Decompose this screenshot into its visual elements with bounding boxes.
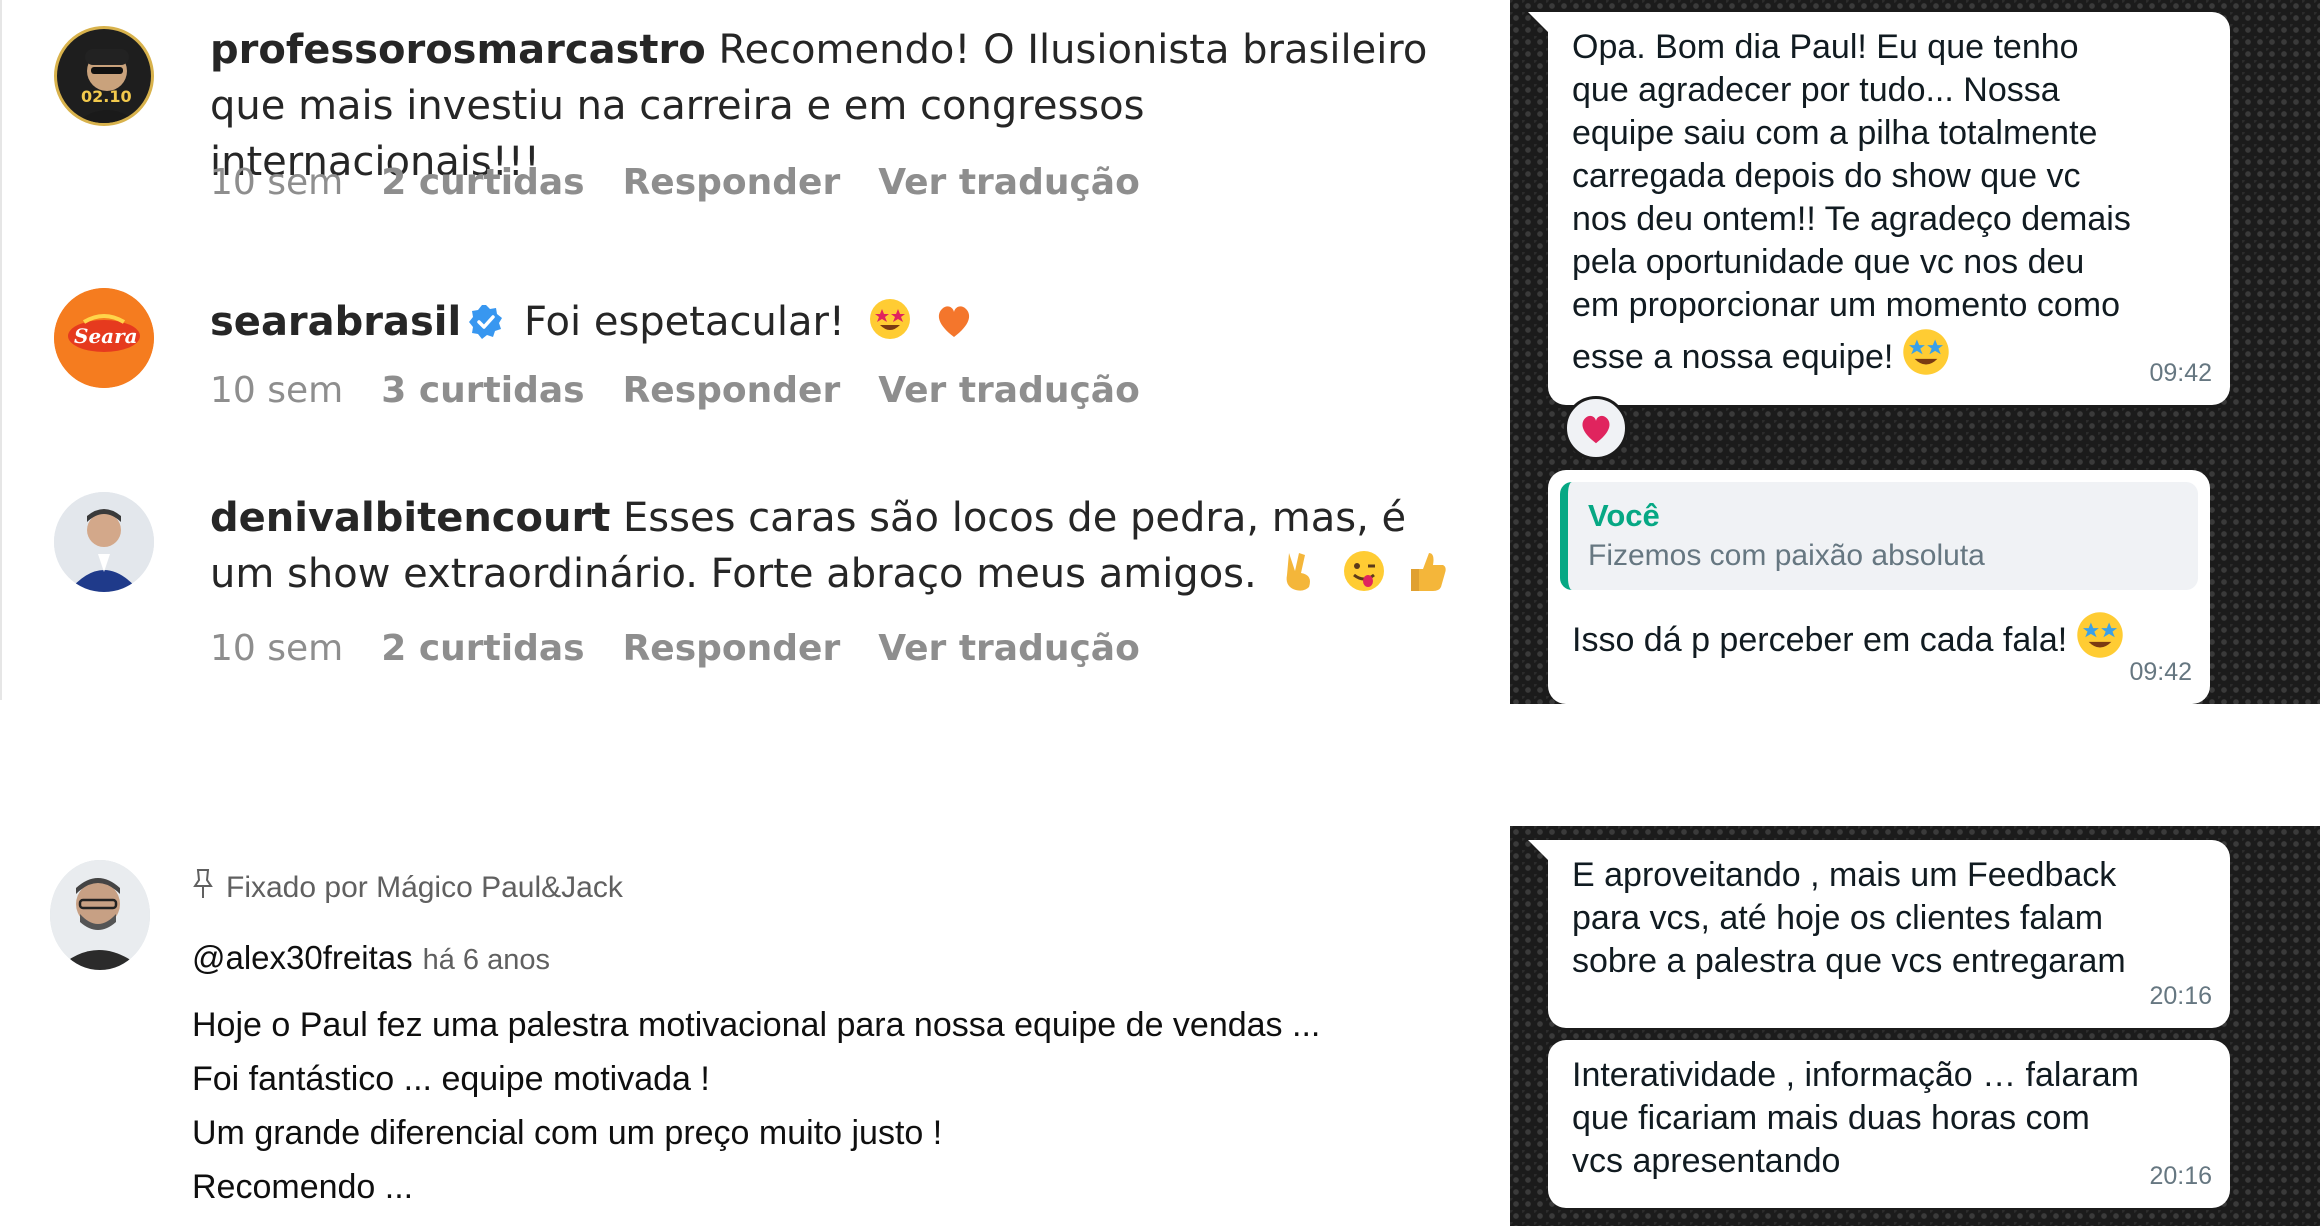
quoted-text: Fizemos com paixão absoluta [1588, 539, 1985, 572]
verified-badge-icon [467, 300, 505, 339]
whatsapp-chat-top: Opa. Bom dia Paul! Eu que tenho que agra… [1510, 0, 2320, 704]
translate-button[interactable]: Ver tradução [878, 370, 1140, 411]
quoted-message[interactable]: Você Fizemos com paixão absoluta [1560, 482, 2198, 590]
thumbs-up-emoji [1409, 549, 1449, 608]
reply-button[interactable]: Responder [623, 162, 841, 203]
orange-heart-emoji [934, 300, 974, 356]
avatar[interactable] [50, 860, 150, 970]
message-line: que agradecer por tudo... Nossa [1572, 71, 2060, 109]
message-line: equipe saiu com a pilha totalmente [1572, 114, 2098, 152]
ig-comment: denivalbitencourt Esses caras são locos … [52, 490, 1452, 690]
message-time: 09:42 [2149, 359, 2212, 387]
message-text: Isso dá p perceber em cada fala! [1572, 621, 2068, 659]
message-line: Opa. Bom dia Paul! Eu que tenho [1572, 28, 2079, 66]
avatar[interactable] [54, 492, 154, 592]
ig-comment: Seara searabrasil Foi espetacular! 10 se… [52, 286, 1452, 436]
comment-text-block: searabrasil Foi espetacular! [210, 294, 1470, 356]
comment-username[interactable]: searabrasil [210, 299, 461, 345]
message-line: nos deu ontem!! Te agradeço demais [1572, 200, 2131, 238]
comment-line: Hoje o Paul fez uma palestra motivaciona… [192, 1006, 1321, 1044]
quoted-author: Você [1588, 498, 1660, 533]
whatsapp-chat-bottom: E aproveitando , mais um Feedback para v… [1510, 826, 2320, 1226]
avatar[interactable]: Seara [54, 288, 154, 388]
yt-comment-header: @alex30freitas há 6 anos [192, 938, 550, 980]
comment-body: Foi espetacular! [523, 299, 845, 345]
star-struck-emoji [868, 297, 912, 356]
comment-text-block: denivalbitencourt Esses caras são locos … [210, 490, 1470, 608]
comment-likes[interactable]: 3 curtidas [381, 370, 584, 411]
message-line: carregada depois do show que vc [1572, 157, 2081, 195]
left-divider [0, 0, 2, 700]
comment-time[interactable]: 10 sem [210, 370, 343, 411]
star-struck-emoji [2075, 610, 2125, 671]
comment-time[interactable]: 10 sem [210, 628, 343, 669]
message-line-row: Isso dá p perceber em cada fala! [1560, 610, 2198, 671]
message-bubble[interactable]: Você Fizemos com paixão absoluta Isso dá… [1548, 470, 2210, 704]
pinned-label: Fixado por Mágico Paul&Jack [226, 871, 623, 904]
message-line: Interatividade , informação … falaram [1572, 1056, 2139, 1094]
comment-username[interactable]: @alex30freitas [192, 938, 413, 978]
message-bubble[interactable]: E aproveitando , mais um Feedback para v… [1548, 840, 2230, 1028]
message-line: em proporcionar um momento como [1572, 286, 2121, 324]
comment-line: Um grande diferencial com um preço muito… [192, 1114, 943, 1152]
comment-likes[interactable]: 2 curtidas [381, 628, 584, 669]
translate-button[interactable]: Ver tradução [878, 628, 1140, 669]
avatar-label: Seara [74, 324, 138, 348]
red-heart-emoji[interactable] [1564, 396, 1628, 460]
star-struck-emoji [1901, 327, 1951, 388]
victory-hand-emoji [1279, 549, 1319, 608]
comment-meta: 10 sem 3 curtidas Responder Ver tradução [210, 370, 1140, 411]
message-line: sobre a palestra que vcs entregaram [1572, 942, 2126, 980]
message-line: que ficariam mais duas horas com [1572, 1099, 2090, 1137]
message-time: 20:16 [2149, 1162, 2212, 1190]
reply-button[interactable]: Responder [623, 628, 841, 669]
comment-username[interactable]: professorosmarcastro [210, 27, 706, 73]
message-bubble[interactable]: Opa. Bom dia Paul! Eu que tenho que agra… [1548, 12, 2230, 405]
avatar[interactable]: 02.10 [54, 26, 154, 126]
comment-username[interactable]: denivalbitencourt [210, 495, 610, 541]
message-time: 20:16 [2149, 982, 2212, 1010]
bubble-tail [1528, 12, 1550, 34]
message-bubble[interactable]: Interatividade , informação … falaram qu… [1548, 1040, 2230, 1208]
comment-time[interactable]: 10 sem [210, 162, 343, 203]
comment-meta: 10 sem 2 curtidas Responder Ver tradução [210, 628, 1140, 669]
bubble-tail [1528, 840, 1550, 862]
avatar-label: 02.10 [81, 87, 132, 106]
ig-comment: 02.10 professorosmarcastro Recomendo! O … [52, 22, 1452, 222]
message-line: vcs apresentando [1572, 1142, 1841, 1180]
message-line: para vcs, até hoje os clientes falam [1572, 899, 2104, 937]
message-line: pela oportunidade que vc nos deu [1572, 243, 2085, 281]
comment-line: Recomendo ... [192, 1168, 414, 1206]
winking-tongue-emoji [1342, 549, 1386, 608]
comment-meta: 10 sem 2 curtidas Responder Ver tradução [210, 162, 1140, 203]
yt-comment-body: Hoje o Paul fez uma palestra motivaciona… [192, 998, 1492, 1214]
message-line-last: esse a nossa equipe! [1572, 327, 2206, 388]
translate-button[interactable]: Ver tradução [878, 162, 1140, 203]
comment-line: Foi fantástico ... equipe motivada ! [192, 1060, 710, 1098]
message-line: E aproveitando , mais um Feedback [1572, 856, 2117, 894]
reply-button[interactable]: Responder [623, 370, 841, 411]
comment-time[interactable]: há 6 anos [423, 940, 550, 980]
message-time: 09:42 [2129, 658, 2192, 686]
pinned-label-row: Fixado por Mágico Paul&Jack [192, 868, 623, 908]
comment-likes[interactable]: 2 curtidas [381, 162, 584, 203]
message-line: esse a nossa equipe! [1572, 338, 1894, 376]
pin-icon [192, 868, 214, 908]
